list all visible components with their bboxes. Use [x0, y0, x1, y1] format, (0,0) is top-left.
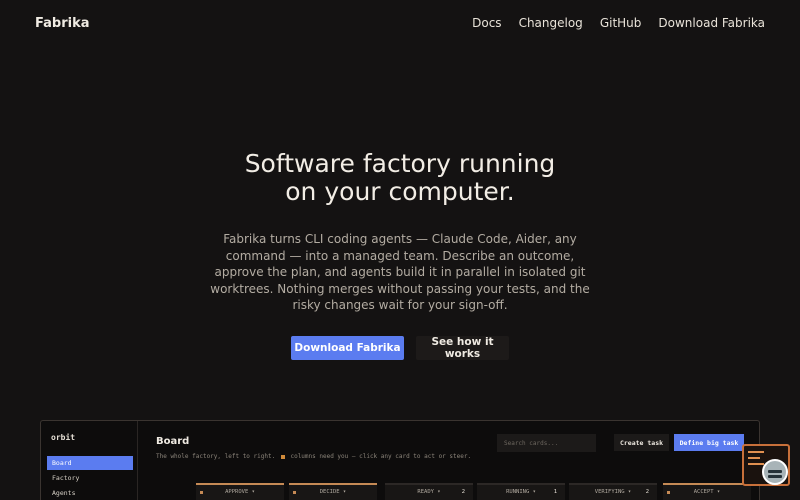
hero-title-line-2: on your computer.	[285, 177, 515, 206]
preview-sidebar: orbit Board Factory Agents	[41, 421, 138, 500]
column-label: ACCEPT ▾	[693, 489, 721, 495]
sidebar-item-agents[interactable]: Agents	[47, 486, 133, 500]
brand-logo[interactable]: Fabrika	[35, 16, 89, 31]
column-count: 1	[553, 489, 557, 495]
column-label: DECIDE ▾	[319, 489, 347, 495]
download-button[interactable]: Download Fabrika	[291, 336, 404, 360]
column-label: APPROVE ▾	[225, 489, 255, 495]
board-title: Board	[156, 436, 190, 447]
landing-page: Fabrika Docs Changelog GitHub Download F…	[0, 0, 800, 500]
assistant-avatar-icon	[762, 459, 788, 485]
create-task-button[interactable]: Create task	[614, 434, 669, 451]
column-running[interactable]: RUNNING ▾ 1	[477, 483, 565, 500]
board-subtitle: The whole factory, left to right. column…	[156, 453, 471, 460]
preview-main: Board The whole factory, left to right. …	[139, 421, 759, 500]
nav-link-github[interactable]: GitHub	[600, 16, 642, 30]
top-nav: Fabrika Docs Changelog GitHub Download F…	[0, 0, 800, 50]
hero-title-line-1: Software factory running	[244, 149, 556, 178]
column-accept[interactable]: ACCEPT ▾	[663, 483, 751, 500]
sidebar-item-board[interactable]: Board	[47, 456, 133, 470]
column-approve[interactable]: APPROVE ▾	[196, 483, 284, 500]
define-big-task-button[interactable]: Define big task	[674, 434, 744, 451]
column-label: READY ▾	[417, 489, 441, 495]
column-decide[interactable]: DECIDE ▾	[289, 483, 377, 500]
hero-description: Fabrika turns CLI coding agents — Claude…	[210, 232, 590, 312]
column-label: VERIFYING ▾	[594, 489, 632, 495]
app-preview: orbit Board Factory Agents Board The who…	[40, 420, 760, 500]
nav-link-docs[interactable]: Docs	[472, 16, 501, 30]
search-cards-input[interactable]	[497, 434, 596, 452]
column-verifying[interactable]: VERIFYING ▾ 2	[569, 483, 657, 500]
column-ready[interactable]: READY ▾ 2	[385, 483, 473, 500]
nav-links: Docs Changelog GitHub Download Fabrika	[472, 16, 765, 30]
column-label: RUNNING ▾	[506, 489, 536, 495]
column-count: 2	[645, 489, 649, 495]
sidebar-item-factory[interactable]: Factory	[47, 471, 133, 485]
floating-assistant-widget[interactable]	[742, 444, 790, 486]
column-count: 2	[461, 489, 465, 495]
nav-link-download[interactable]: Download Fabrika	[658, 16, 765, 30]
human-column-dot-icon	[280, 454, 285, 459]
board-subtitle-end: columns need you — click any card to act…	[290, 453, 472, 460]
see-how-it-works-button[interactable]: See how it works	[416, 336, 509, 360]
nav-link-changelog[interactable]: Changelog	[519, 16, 583, 30]
board-subtitle-start: The whole factory, left to right.	[156, 453, 276, 460]
hero-title: Software factory running on your compute…	[150, 150, 650, 206]
workspace-name: orbit	[51, 433, 76, 442]
